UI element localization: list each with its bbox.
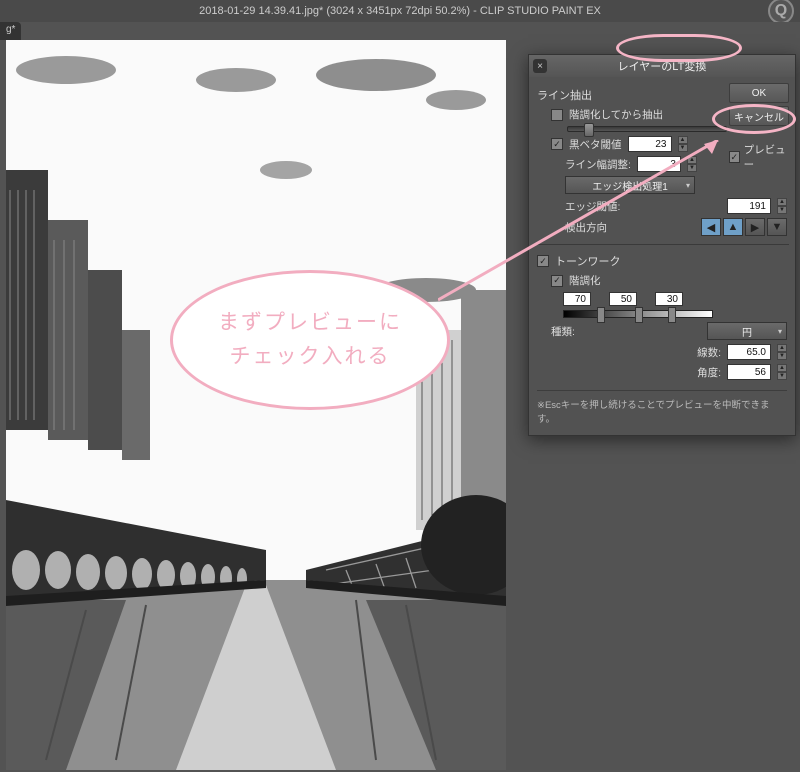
document-tab[interactable]: g*: [0, 22, 21, 40]
dialog-titlebar[interactable]: × レイヤーのLT変換: [529, 55, 795, 77]
black-fill-input[interactable]: 23: [628, 136, 672, 152]
tone-work-title: トーンワーク: [555, 253, 620, 269]
edge-threshold-spinner[interactable]: ▲▼: [777, 198, 787, 214]
annotation-speech-bubble: まずプレビューに チェック入れる: [170, 270, 450, 410]
titlebar: 2018-01-29 14.39.41.jpg* (3024 x 3451px …: [0, 0, 800, 22]
posterize-values: 70 50 30: [563, 292, 787, 306]
extract-slider[interactable]: [567, 126, 727, 132]
lines-label: 線数:: [697, 345, 721, 360]
angle-input[interactable]: 56: [727, 364, 771, 380]
annotation-text-1: まずプレビューに: [218, 306, 402, 340]
esc-note: ※Escキーを押し続けることでプレビューを中断できます。: [537, 390, 787, 425]
edge-threshold-label: エッジ閾値:: [565, 199, 620, 214]
lines-input[interactable]: 65.0: [727, 344, 771, 360]
preview-label: プレビュー: [744, 142, 789, 172]
line-width-spinner[interactable]: ▲▼: [687, 156, 697, 172]
preview-checkbox[interactable]: [729, 151, 740, 163]
black-fill-spinner[interactable]: ▲▼: [678, 136, 688, 152]
window-title: 2018-01-29 14.39.41.jpg* (3024 x 3451px …: [199, 5, 601, 17]
posterize-gradient-slider[interactable]: [563, 310, 713, 318]
close-icon[interactable]: ×: [533, 59, 547, 73]
angle-label: 角度:: [697, 365, 721, 380]
type-select[interactable]: 円: [707, 322, 787, 340]
detect-dir-label: 検出方向: [565, 220, 607, 235]
dir-down-icon[interactable]: ▼: [767, 218, 787, 236]
posterize-checkbox[interactable]: [551, 275, 563, 287]
detect-direction-group: ◀ ▲ ▶ ▼: [701, 218, 787, 236]
posterize-val-3[interactable]: 30: [655, 292, 683, 306]
type-label: 種類:: [551, 324, 575, 339]
line-width-label: ライン幅調整:: [565, 157, 631, 172]
lines-spinner[interactable]: ▲▼: [777, 344, 787, 360]
edge-detect-select[interactable]: エッジ検出処理1: [565, 176, 695, 194]
ok-button[interactable]: OK: [729, 83, 789, 103]
posterize-val-1[interactable]: 70: [563, 292, 591, 306]
posterize-val-2[interactable]: 50: [609, 292, 637, 306]
angle-spinner[interactable]: ▲▼: [777, 364, 787, 380]
dir-left-icon[interactable]: ◀: [701, 218, 721, 236]
lt-convert-dialog: × レイヤーのLT変換 OK キャンセル プレビュー ライン抽出 階調化してから…: [528, 54, 796, 436]
annotation-text-2: チェック入れる: [218, 340, 402, 374]
black-fill-label: 黒ベタ閾値: [569, 137, 622, 152]
dir-right-icon[interactable]: ▶: [745, 218, 765, 236]
dialog-title: レイヤーのLT変換: [618, 58, 707, 74]
posterize-label: 階調化: [569, 273, 601, 288]
quick-access-icon[interactable]: Q: [768, 0, 794, 24]
dir-up-icon[interactable]: ▲: [723, 218, 743, 236]
line-width-input[interactable]: 3: [637, 156, 681, 172]
black-fill-checkbox[interactable]: [551, 138, 563, 150]
tone-work-checkbox[interactable]: [537, 255, 549, 267]
cancel-button[interactable]: キャンセル: [729, 106, 789, 126]
posterize-extract-checkbox[interactable]: [551, 109, 563, 121]
edge-threshold-input[interactable]: 191: [727, 198, 771, 214]
posterize-extract-label: 階調化してから抽出: [569, 107, 663, 122]
